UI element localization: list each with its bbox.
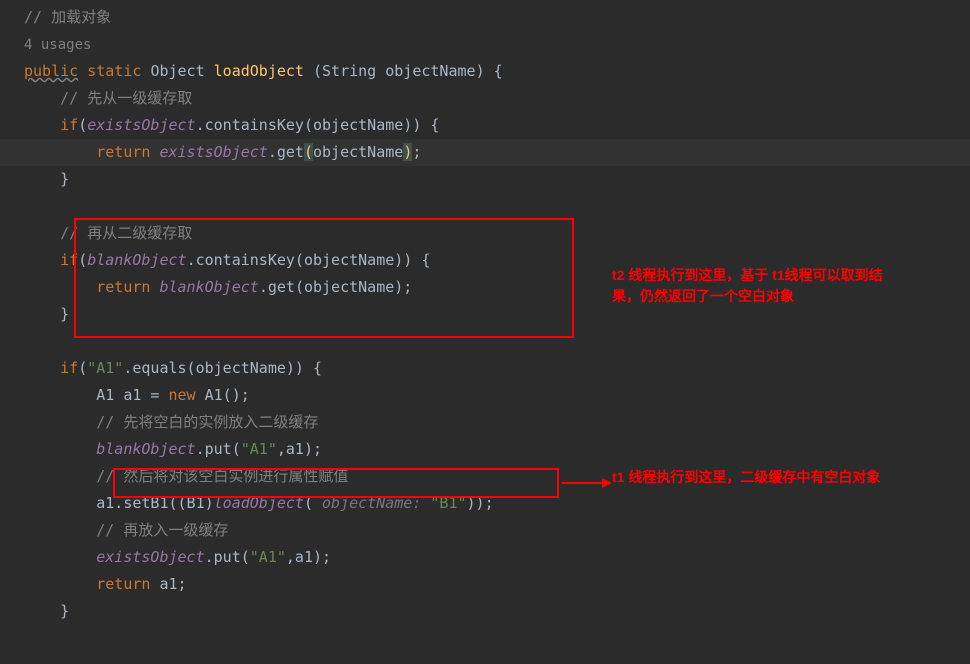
code-line: if(existsObject.containsKey(objectName))…	[24, 112, 970, 139]
code-line: a1.setB1((B1)loadObject( objectName: "B1…	[24, 490, 970, 517]
usages-hint[interactable]: 4 usages	[24, 37, 91, 53]
annotation-arrow-icon	[562, 482, 610, 484]
method-signature: public static Object loadObject (String …	[24, 58, 970, 85]
code-line: A1 a1 = new A1();	[24, 382, 970, 409]
comment-line: // 先从一级缓存取	[60, 89, 192, 107]
annotation-text-2: t1 线程执行到这里，二级缓存中有空白对象	[612, 467, 912, 488]
comment-line: // 加载对象	[24, 8, 111, 26]
code-line: }	[24, 166, 970, 193]
code-editor[interactable]: // 加载对象 4 usages public static Object lo…	[0, 0, 970, 625]
comment-line: // 然后将对该空白实例进行属性赋值	[96, 467, 348, 485]
comment-line: // 再从二级缓存取	[60, 224, 192, 242]
comment-line: // 再放入一级缓存	[96, 521, 228, 539]
code-line: return a1;	[24, 571, 970, 598]
code-line: blankObject.put("A1",a1);	[24, 436, 970, 463]
code-line: }	[24, 598, 970, 625]
code-line: existsObject.put("A1",a1);	[24, 544, 970, 571]
code-line: if("A1".equals(objectName)) {	[24, 355, 970, 382]
highlighted-line: return existsObject.get(objectName);	[0, 139, 970, 166]
comment-line: // 先将空白的实例放入二级缓存	[96, 413, 318, 431]
annotation-text-1: t2 线程执行到这里，基于 t1线程可以取到结果，仍然返回了一个空白对象	[612, 265, 892, 307]
